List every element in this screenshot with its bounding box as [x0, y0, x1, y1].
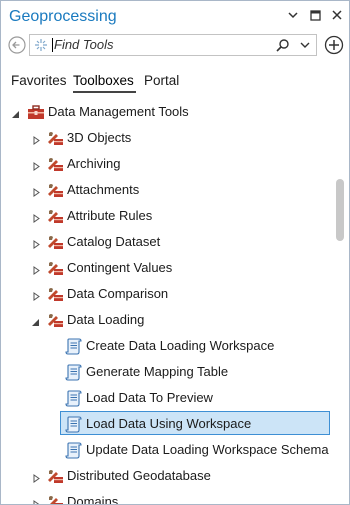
tree-item-toolset[interactable]: Attribute Rules	[1, 203, 331, 229]
tree-item-label: Contingent Values	[67, 260, 173, 275]
collapsed-arrow-icon[interactable]	[32, 133, 41, 145]
search-row: Find Tools	[1, 33, 349, 59]
toolset-icon	[46, 181, 64, 199]
tree-item-label: Archiving	[67, 156, 121, 171]
geoprocessing-pane: Geoprocessing Find Tools Favorites Toolb…	[0, 0, 350, 505]
script-tool-icon	[65, 415, 83, 433]
chevron-down-icon[interactable]	[287, 9, 299, 21]
tree-item-label: Generate Mapping Table	[86, 364, 229, 379]
toolset-icon	[46, 207, 64, 225]
tree-item-label: 3D Objects	[67, 130, 132, 145]
tree-item-tool[interactable]: Update Data Loading Workspace Schema	[1, 437, 331, 463]
tree-item-toolset[interactable]: Attachments	[1, 177, 331, 203]
collapsed-arrow-icon[interactable]	[32, 263, 41, 275]
tree-item-toolset[interactable]: Domains	[1, 489, 331, 504]
search-options-chevron-icon[interactable]	[299, 39, 311, 51]
tree-item-label: Load Data Using Workspace	[86, 416, 252, 431]
title-bar: Geoprocessing	[1, 1, 349, 31]
search-icon[interactable]	[276, 38, 290, 52]
tree-item-label: Data Loading	[67, 312, 145, 327]
tree-item-label: Update Data Loading Workspace Schema	[86, 442, 329, 457]
title-bar-controls	[287, 9, 343, 21]
tree-item-toolset-data-loading[interactable]: Data Loading	[1, 307, 331, 333]
pane-title: Geoprocessing	[9, 8, 117, 25]
tab-strip: Favorites Toolboxes Portal	[1, 71, 349, 93]
expanded-arrow-icon[interactable]	[31, 315, 40, 326]
toolbox-tree: Data Management Tools 3D Objects Archivi…	[1, 99, 331, 504]
tree-item-label: Load Data To Preview	[86, 390, 213, 405]
tree-item-label: Catalog Dataset	[67, 234, 161, 249]
tree-item-toolset[interactable]: Catalog Dataset	[1, 229, 331, 255]
tree-item-toolset[interactable]: Data Comparison	[1, 281, 331, 307]
expanded-arrow-icon[interactable]	[11, 107, 20, 118]
tree-item-label: Attachments	[67, 182, 140, 197]
script-tool-icon	[65, 337, 83, 355]
maximize-icon[interactable]	[309, 9, 321, 21]
toolset-icon	[46, 493, 64, 504]
tree-item-label: Data Comparison	[67, 286, 169, 301]
tree-item-toolset[interactable]: Archiving	[1, 151, 331, 177]
tab-portal[interactable]: Portal	[144, 73, 179, 88]
toolset-icon	[46, 259, 64, 277]
close-icon[interactable]	[331, 9, 343, 21]
sparkle-icon	[34, 38, 48, 52]
tree-item-label: Attribute Rules	[67, 208, 153, 223]
tab-toolboxes[interactable]: Toolboxes	[73, 73, 134, 88]
toolset-icon	[46, 467, 64, 485]
tree-item-label: Distributed Geodatabase	[67, 468, 211, 483]
collapsed-arrow-icon[interactable]	[32, 237, 41, 249]
vertical-scrollbar[interactable]	[331, 99, 349, 504]
tree-item-tool[interactable]: Generate Mapping Table	[1, 359, 331, 385]
search-input[interactable]: Find Tools	[54, 37, 114, 52]
toolset-icon	[46, 311, 64, 329]
add-circle-icon[interactable]	[324, 35, 344, 55]
scrollbar-thumb[interactable]	[336, 179, 344, 241]
toolbox-icon	[27, 103, 45, 121]
tree-item-toolset[interactable]: Contingent Values	[1, 255, 331, 281]
toolset-icon	[46, 155, 64, 173]
tree-item-tool[interactable]: Load Data To Preview	[1, 385, 331, 411]
tab-favorites[interactable]: Favorites	[11, 73, 67, 88]
collapsed-arrow-icon[interactable]	[32, 471, 41, 483]
text-caret	[52, 38, 53, 52]
script-tool-icon	[65, 441, 83, 459]
script-tool-icon	[65, 389, 83, 407]
script-tool-icon	[65, 363, 83, 381]
tree-item-tool[interactable]: Create Data Loading Workspace	[1, 333, 331, 359]
collapsed-arrow-icon[interactable]	[32, 185, 41, 197]
active-tab-indicator	[73, 91, 136, 93]
tree-item-toolset[interactable]: 3D Objects	[1, 125, 331, 151]
back-arrow-icon[interactable]	[8, 36, 26, 54]
collapsed-arrow-icon[interactable]	[32, 497, 41, 504]
toolset-icon	[46, 233, 64, 251]
find-tools-search-box[interactable]: Find Tools	[29, 34, 317, 56]
tree-item-label: Data Management Tools	[48, 104, 189, 119]
collapsed-arrow-icon[interactable]	[32, 289, 41, 301]
tree-item-toolset[interactable]: Distributed Geodatabase	[1, 463, 331, 489]
tree-item-label: Create Data Loading Workspace	[86, 338, 275, 353]
toolset-icon	[46, 129, 64, 147]
tree-item-data-management-tools[interactable]: Data Management Tools	[1, 99, 331, 125]
tree-item-label: Domains	[67, 494, 119, 504]
collapsed-arrow-icon[interactable]	[32, 159, 41, 171]
toolset-icon	[46, 285, 64, 303]
tree-item-tool-selected[interactable]: Load Data Using Workspace	[1, 411, 331, 437]
collapsed-arrow-icon[interactable]	[32, 211, 41, 223]
